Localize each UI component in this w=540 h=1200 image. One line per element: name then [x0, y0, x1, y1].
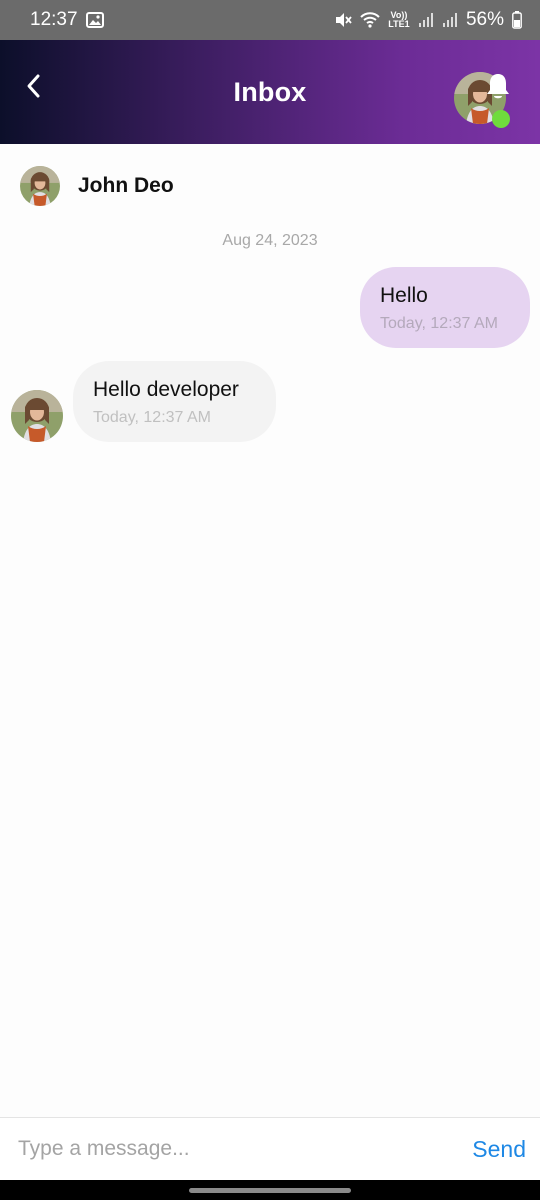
status-bar: 12:37 Vo)) LTE1 56% — [0, 0, 540, 40]
message-text: Hello developer — [93, 378, 239, 401]
contact-avatar — [20, 166, 60, 206]
battery-percent: 56% — [465, 9, 504, 30]
date-separator: Aug 24, 2023 — [222, 232, 318, 249]
app-header: Inbox — [0, 40, 540, 144]
message-bubble-outgoing[interactable]: Hello Today, 12:37 AM — [360, 267, 530, 348]
message-bubble-incoming[interactable]: Hello developer Today, 12:37 AM — [73, 361, 276, 442]
page-title: Inbox — [233, 76, 307, 107]
back-button[interactable] — [16, 68, 52, 104]
status-left: 12:37 — [30, 9, 104, 31]
send-button[interactable]: Send — [472, 1136, 526, 1163]
image-icon — [85, 12, 104, 28]
message-input[interactable] — [18, 1137, 473, 1161]
system-nav-bar — [0, 1180, 540, 1200]
message-composer: Send — [0, 1117, 540, 1180]
back-arrow-icon — [27, 74, 40, 98]
online-status-icon — [492, 110, 510, 128]
battery-icon — [512, 11, 522, 29]
message-time: Today, 12:37 AM — [380, 315, 498, 332]
sender-avatar — [11, 390, 63, 442]
contact-header[interactable]: John Deo — [0, 144, 540, 228]
profile-avatar-button[interactable] — [454, 72, 510, 128]
bell-icon[interactable] — [484, 72, 512, 102]
wifi-icon — [360, 12, 380, 28]
network-label: Vo)) LTE1 — [388, 10, 410, 29]
signal-icon — [418, 12, 434, 28]
message-time: Today, 12:37 AM — [93, 409, 211, 426]
status-right: Vo)) LTE1 56% — [334, 9, 522, 31]
status-time: 12:37 — [30, 9, 78, 30]
home-indicator[interactable] — [189, 1187, 351, 1193]
message-text: Hello — [380, 284, 428, 307]
contact-name: John Deo — [78, 174, 174, 197]
mute-icon — [334, 11, 352, 29]
signal-icon — [442, 12, 458, 28]
